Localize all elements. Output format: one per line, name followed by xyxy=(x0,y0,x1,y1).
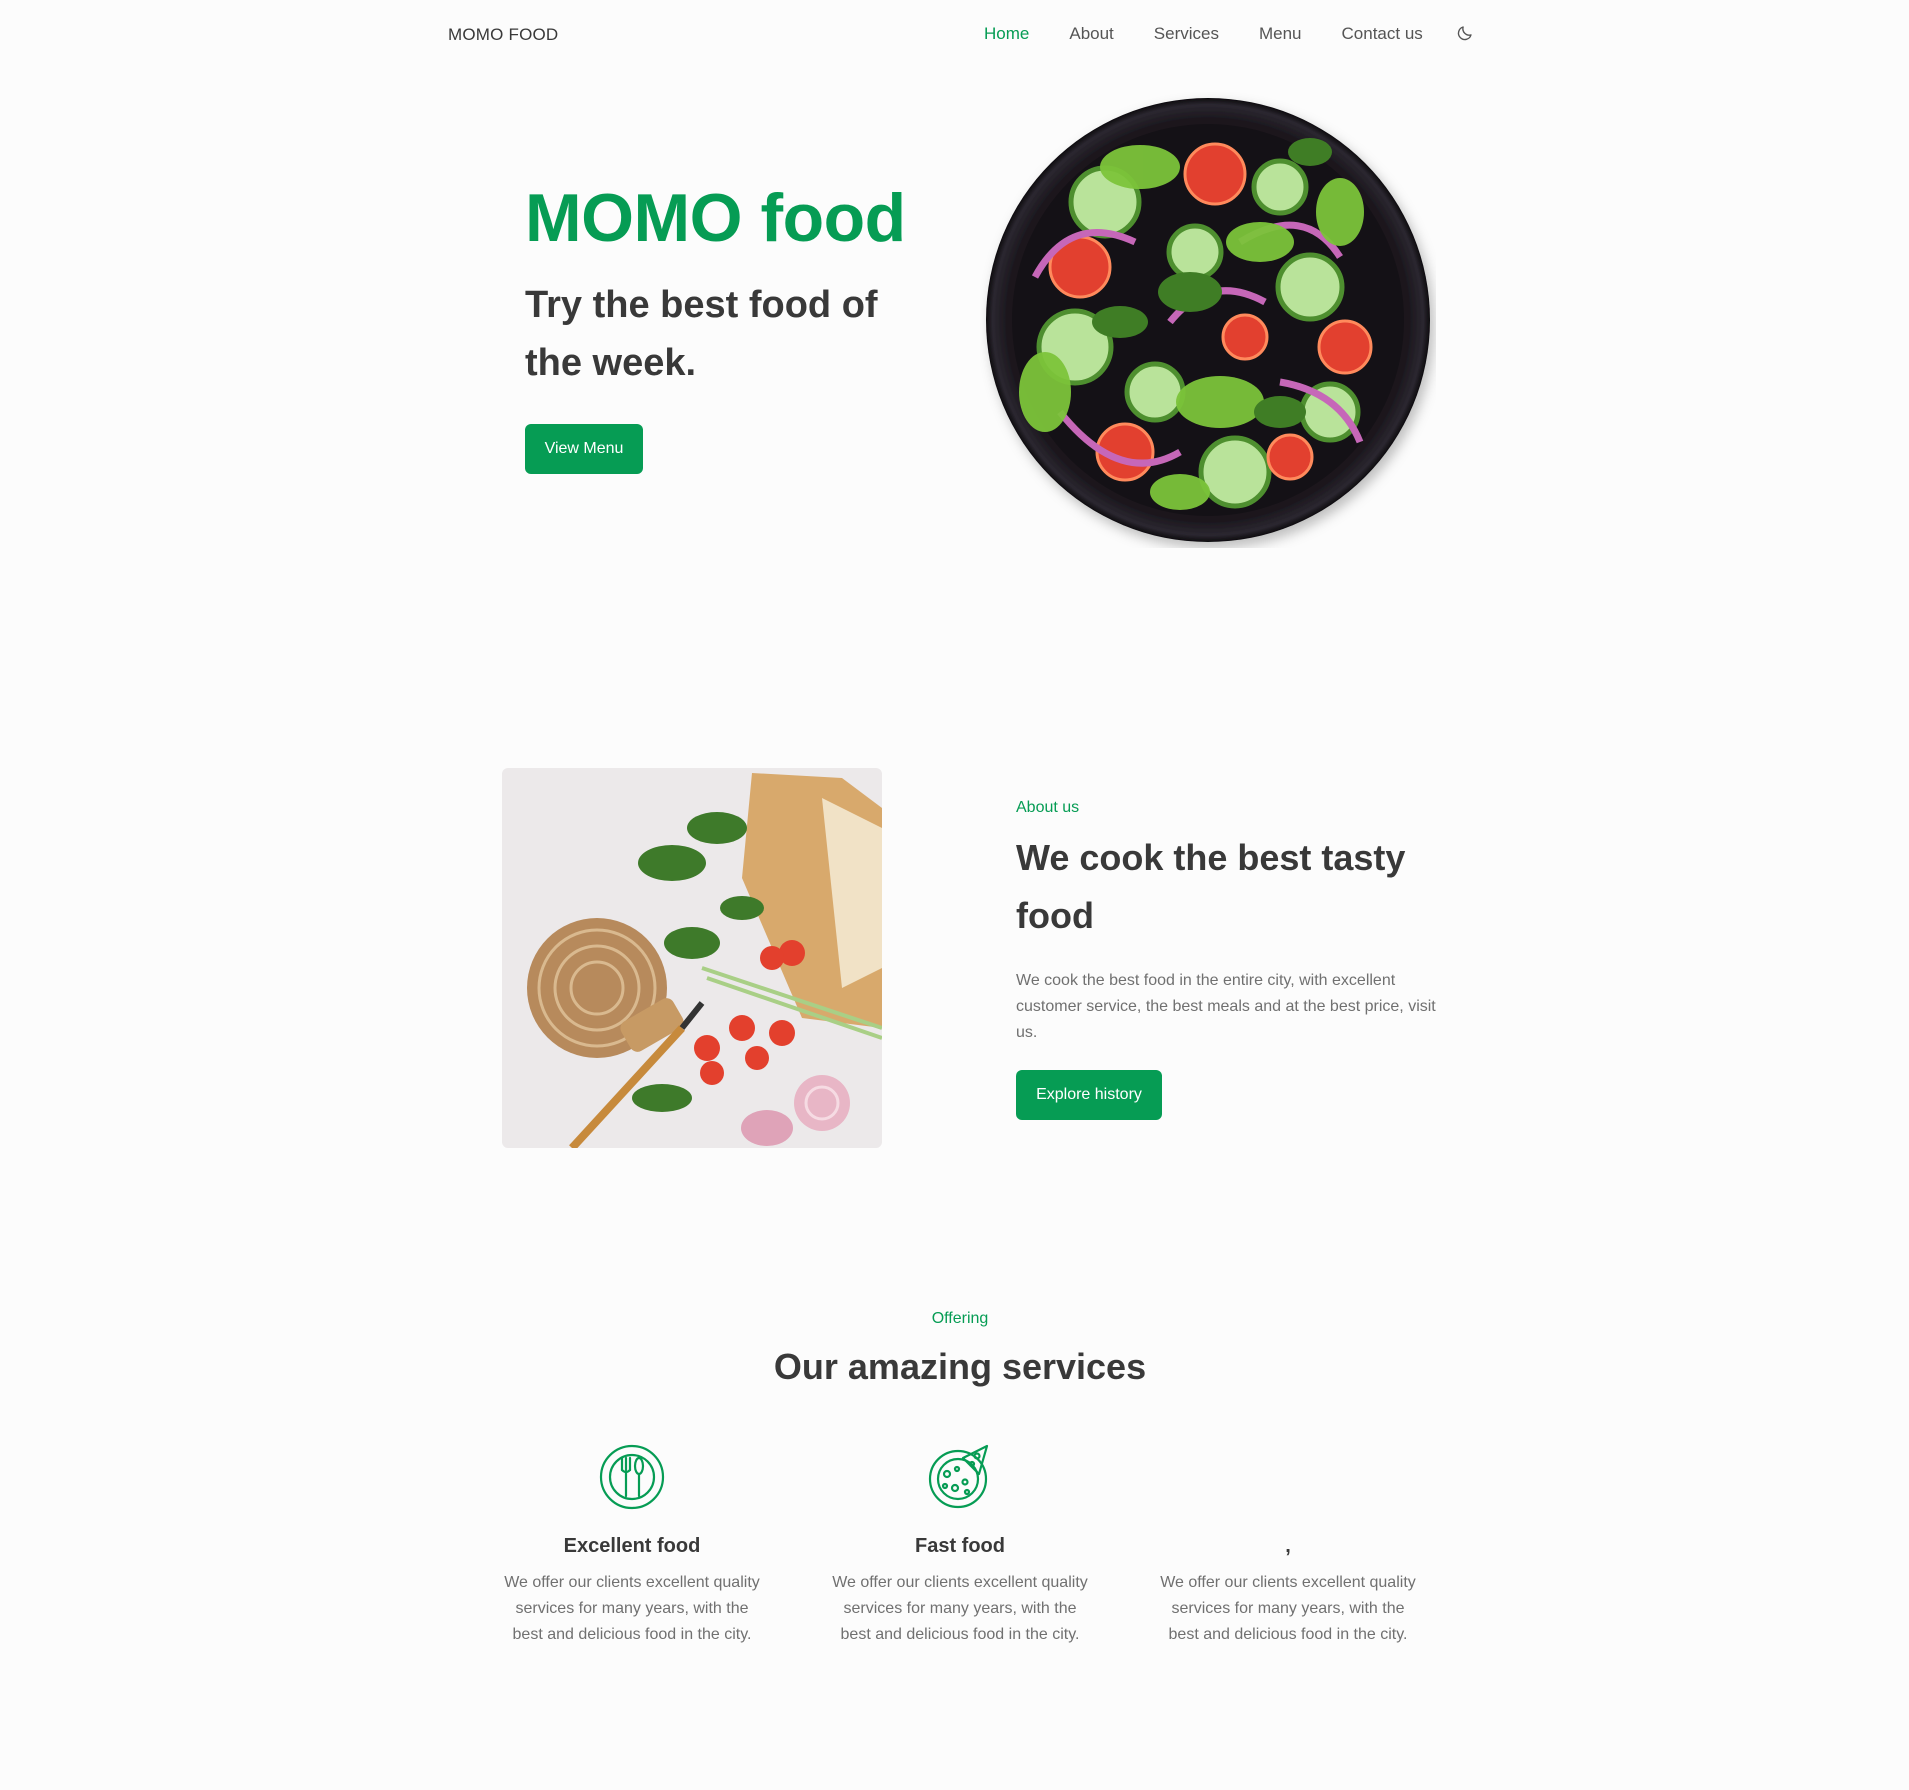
services-title: Our amazing services xyxy=(773,1346,1147,1387)
navbar: MOMO FOOD Home About Services Menu Conta… xyxy=(0,0,1909,70)
service-name: Fast food xyxy=(915,1535,1005,1557)
service-name: , xyxy=(1285,1535,1291,1557)
service-name: Excellent food xyxy=(563,1535,701,1557)
site-logo[interactable]: MOMO FOOD xyxy=(448,25,558,45)
nav-link-about[interactable]: About xyxy=(1069,24,1113,44)
explore-history-button[interactable]: Explore history xyxy=(1016,1070,1162,1120)
service-description: We offer our clients excellent quality s… xyxy=(832,1574,1088,1643)
nav-link-contact[interactable]: Contact us xyxy=(1342,24,1423,44)
about-title: We cook the best tasty food xyxy=(1016,837,1406,936)
service-description: We offer our clients excellent quality s… xyxy=(504,1574,760,1643)
about-text: We cook the best food in the entire city… xyxy=(1016,972,1436,1041)
nav-links: Home About Services Menu Contact us xyxy=(984,24,1463,44)
about-kicker: About us xyxy=(1016,799,1080,816)
missing-icon xyxy=(1255,1444,1321,1510)
service-description: We offer our clients excellent quality s… xyxy=(1160,1574,1416,1643)
service-card: Excellent food We offer our clients exce… xyxy=(500,1444,764,1648)
moon-icon[interactable] xyxy=(1456,24,1474,42)
service-card: Fast food We offer our clients excellent… xyxy=(828,1444,1092,1648)
cutlery-plate-icon xyxy=(599,1444,665,1510)
service-card: , We offer our clients excellent quality… xyxy=(1156,1444,1420,1648)
pizza-icon xyxy=(928,1444,989,1509)
hero-subtitle: Try the best food of the week. xyxy=(525,284,878,384)
view-menu-button[interactable]: View Menu xyxy=(525,424,643,474)
services-kicker: Offering xyxy=(931,1310,989,1327)
salad-bowl-image xyxy=(986,98,1430,542)
nav-link-home[interactable]: Home xyxy=(984,24,1029,44)
nav-link-services[interactable]: Services xyxy=(1154,24,1219,44)
ingredients-image xyxy=(502,768,882,1148)
page: MOMO FOOD Home About Services Menu Conta… xyxy=(0,0,1909,1790)
hero-title: MOMO food xyxy=(525,180,906,256)
nav-link-menu[interactable]: Menu xyxy=(1259,24,1302,44)
